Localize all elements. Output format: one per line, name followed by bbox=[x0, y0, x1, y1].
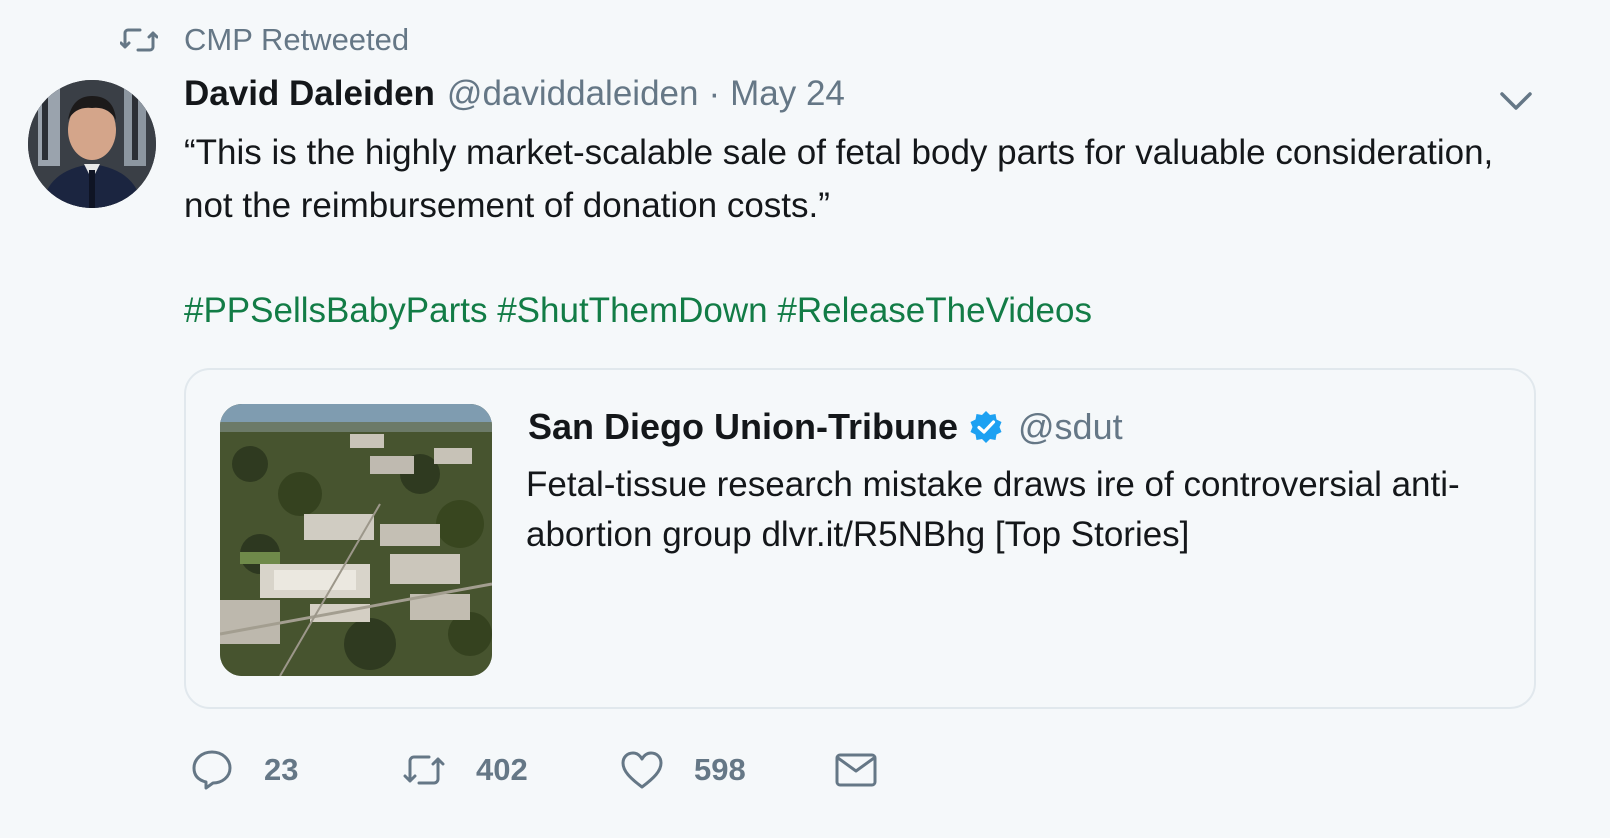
avatar-photo bbox=[28, 80, 156, 208]
hashtag-link[interactable]: #ShutThemDown bbox=[497, 291, 767, 330]
quoted-tweet-text: Fetal-tissue research mistake draws ire … bbox=[526, 465, 1460, 554]
retweet-icon bbox=[120, 28, 158, 52]
quoted-tweet-header: San Diego Union-Tribune @sdut bbox=[528, 406, 1123, 448]
avatar[interactable] bbox=[28, 80, 156, 208]
author-name[interactable]: David Daleiden bbox=[184, 74, 435, 114]
hashtag-list: #PPSellsBabyParts #ShutThemDown #Release… bbox=[184, 284, 1092, 337]
envelope-icon bbox=[835, 753, 877, 787]
retweet-button[interactable]: 402 bbox=[402, 748, 620, 792]
direct-message-button[interactable] bbox=[834, 748, 878, 792]
tweet-actions: 23 402 598 bbox=[190, 746, 878, 794]
quoted-author-name[interactable]: San Diego Union-Tribune bbox=[528, 406, 958, 448]
reply-button[interactable]: 23 bbox=[190, 748, 402, 792]
retweet-context: CMP Retweeted bbox=[120, 22, 409, 58]
campus-aerial-photo bbox=[220, 404, 492, 676]
header-separator: · bbox=[708, 74, 721, 113]
hashtag-link[interactable]: #ReleaseTheVideos bbox=[777, 291, 1092, 330]
like-button[interactable]: 598 bbox=[620, 748, 834, 792]
author-handle[interactable]: @daviddaleiden bbox=[447, 74, 699, 114]
retweet-count: 402 bbox=[476, 752, 528, 787]
hashtag-link[interactable]: #PPSellsBabyParts bbox=[184, 291, 487, 330]
retweet-icon bbox=[403, 755, 445, 785]
retweet-context-label: CMP Retweeted bbox=[184, 22, 410, 57]
reply-icon bbox=[192, 750, 232, 790]
reply-count: 23 bbox=[264, 752, 299, 787]
like-count: 598 bbox=[694, 752, 746, 787]
chevron-down-icon[interactable] bbox=[1496, 86, 1536, 116]
heart-icon bbox=[621, 751, 663, 789]
tweet-header: David Daleiden @daviddaleiden · May 24 bbox=[184, 74, 845, 114]
quoted-author-handle[interactable]: @sdut bbox=[1018, 406, 1123, 448]
tweet-body: “This is the highly market-scalable sale… bbox=[184, 126, 1544, 232]
tweet-text: “This is the highly market-scalable sale… bbox=[184, 133, 1494, 225]
verified-badge-icon bbox=[970, 411, 1002, 443]
quoted-tweet-card[interactable]: San Diego Union-Tribune @sdut Fetal-tiss… bbox=[184, 368, 1536, 709]
quoted-tweet-image[interactable] bbox=[220, 404, 492, 676]
tweet[interactable]: CMP Retweeted David Daleiden @daviddalei… bbox=[0, 0, 1610, 838]
tweet-date[interactable]: May 24 bbox=[730, 74, 845, 114]
